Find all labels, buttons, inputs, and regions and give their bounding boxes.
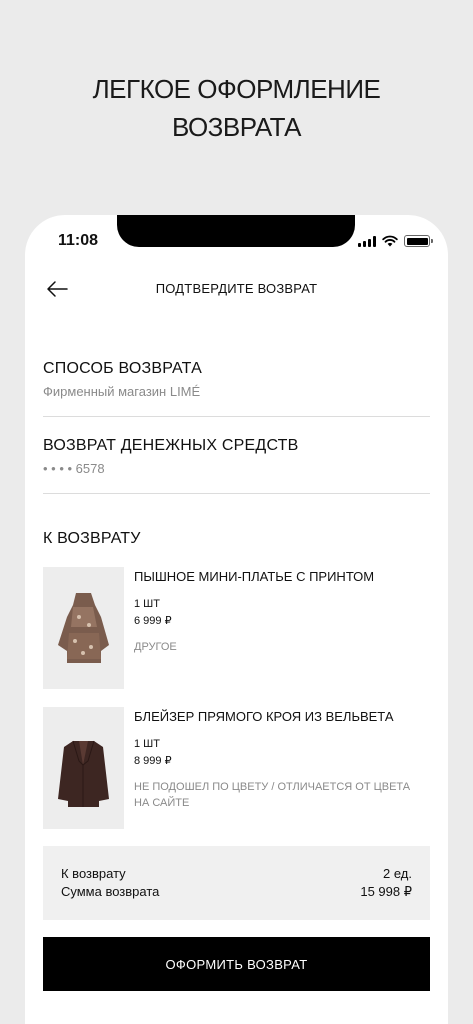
divider bbox=[43, 493, 430, 494]
headline-line-1: ЛЕГКОЕ ОФОРМЛЕНИЕ bbox=[92, 74, 381, 104]
item-reason-line: НА САЙТЕ bbox=[134, 797, 190, 809]
return-item[interactable]: БЛЕЙЗЕР ПРЯМОГО КРОЯ ИЗ ВЕЛЬВЕТА 1 ШТ 8 … bbox=[43, 707, 430, 829]
status-icons bbox=[358, 235, 433, 247]
refund-section[interactable]: ВОЗВРАТ ДЕНЕЖНЫХ СРЕДСТВ • • • • 6578 bbox=[43, 437, 430, 476]
item-reason: ДРУГОЕ bbox=[134, 641, 177, 653]
summary-sum-label: Сумма возврата bbox=[61, 884, 160, 899]
return-method-value: Фирменный магазин LIMÉ bbox=[43, 384, 201, 399]
item-price: 8 999 ₽ bbox=[134, 755, 172, 767]
summary-sum-row: Сумма возврата 15 998 ₽ bbox=[61, 883, 412, 901]
product-image-blazer bbox=[43, 707, 124, 829]
submit-return-button[interactable]: ОФОРМИТЬ ВОЗВРАТ bbox=[43, 937, 430, 991]
item-price: 6 999 ₽ bbox=[134, 615, 172, 627]
item-info: ПЫШНОЕ МИНИ-ПЛАТЬЕ С ПРИНТОМ 1 ШТ 6 999 … bbox=[134, 569, 430, 655]
wifi-icon bbox=[382, 235, 398, 247]
return-item[interactable]: ПЫШНОЕ МИНИ-ПЛАТЬЕ С ПРИНТОМ 1 ШТ 6 999 … bbox=[43, 567, 430, 689]
item-info: БЛЕЙЗЕР ПРЯМОГО КРОЯ ИЗ ВЕЛЬВЕТА 1 ШТ 8 … bbox=[134, 709, 430, 811]
summary-count-row: К возврату 2 ед. bbox=[61, 865, 412, 883]
phone-notch bbox=[117, 215, 355, 247]
item-reason: НЕ ПОДОШЕЛ ПО ЦВЕТУ / ОТЛИЧАЕТСЯ ОТ ЦВЕТ… bbox=[134, 779, 430, 811]
divider bbox=[43, 416, 430, 417]
promo-headline: ЛЕГКОЕ ОФОРМЛЕНИЕ ВОЗВРАТА bbox=[0, 70, 473, 146]
item-reason-line: НЕ ПОДОШЕЛ ПО ЦВЕТУ / ОТЛИЧАЕТСЯ ОТ ЦВЕТ… bbox=[134, 781, 411, 793]
to-return-section: К ВОЗВРАТУ bbox=[43, 530, 430, 548]
status-time: 11:08 bbox=[58, 232, 99, 249]
return-method-title: СПОСОБ ВОЗВРАТА bbox=[43, 360, 202, 377]
to-return-title: К ВОЗВРАТУ bbox=[43, 530, 141, 547]
return-summary: К возврату 2 ед. Сумма возврата 15 998 ₽ bbox=[43, 846, 430, 920]
refund-card: • • • • 6578 bbox=[43, 461, 105, 476]
product-image-dress bbox=[43, 567, 124, 689]
return-method-section[interactable]: СПОСОБ ВОЗВРАТА Фирменный магазин LIMÉ bbox=[43, 360, 430, 399]
item-quantity: 1 ШТ bbox=[134, 738, 160, 750]
item-quantity: 1 ШТ bbox=[134, 598, 160, 610]
summary-count-label: К возврату bbox=[61, 866, 126, 881]
summary-count-value: 2 ед. bbox=[383, 866, 412, 881]
summary-sum-value: 15 998 ₽ bbox=[360, 884, 412, 899]
item-name: БЛЕЙЗЕР ПРЯМОГО КРОЯ ИЗ ВЕЛЬВЕТА bbox=[134, 709, 394, 724]
nav-bar: ПОДТВЕРДИТЕ ВОЗВРАТ bbox=[25, 277, 448, 301]
headline-line-2: ВОЗВРАТА bbox=[171, 112, 302, 142]
page-title: ПОДТВЕРДИТЕ ВОЗВРАТ bbox=[155, 281, 318, 296]
item-name: ПЫШНОЕ МИНИ-ПЛАТЬЕ С ПРИНТОМ bbox=[134, 569, 375, 584]
phone-screen: 11:08 ПОДТВЕРДИТЕ ВОЗВРАТ СПОСОБ ВОЗВРАТ… bbox=[25, 215, 448, 1024]
refund-title: ВОЗВРАТ ДЕНЕЖНЫХ СРЕДСТВ bbox=[43, 437, 299, 454]
battery-icon bbox=[404, 235, 433, 247]
cellular-signal-icon bbox=[358, 235, 376, 247]
